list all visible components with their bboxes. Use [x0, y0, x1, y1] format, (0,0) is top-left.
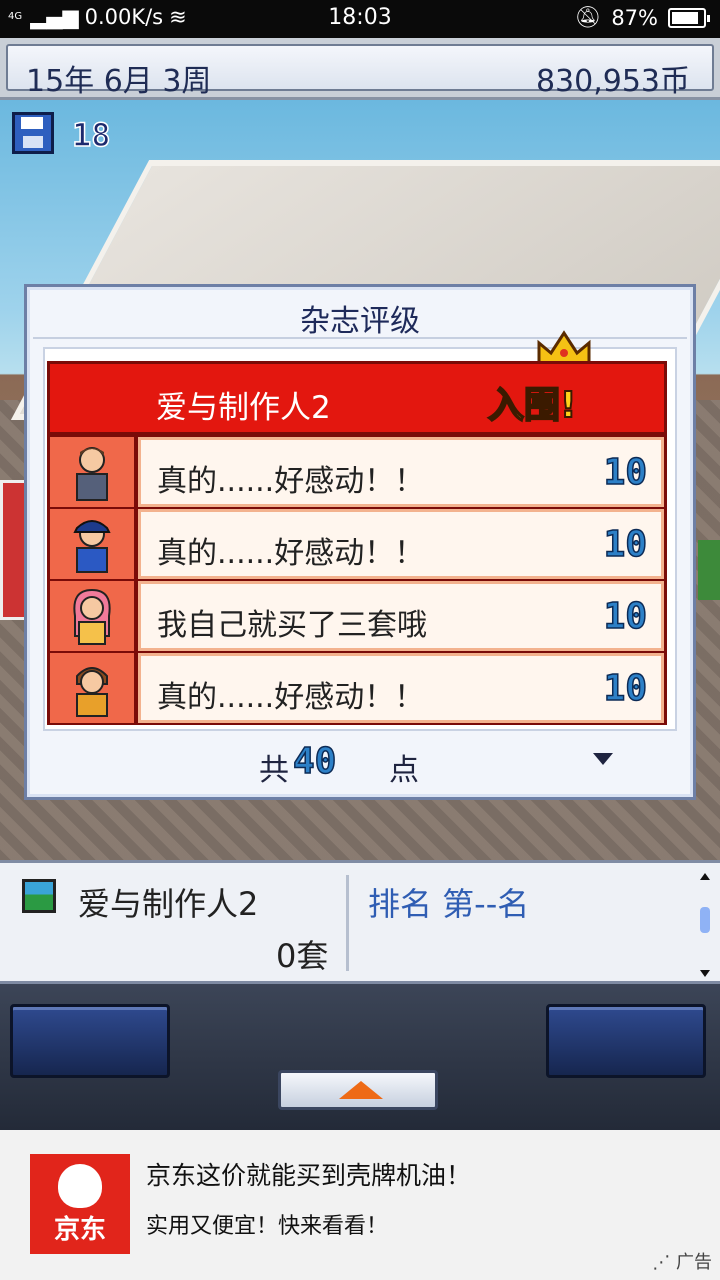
- battery-percent: 87%: [611, 5, 658, 30]
- game-title-banner: 爱与制作人2 入围!: [47, 361, 667, 435]
- review-text-box: 我自己就买了三套哦 10: [138, 581, 664, 651]
- scroll-thumb[interactable]: [700, 907, 710, 933]
- scroll-up-icon[interactable]: [700, 873, 710, 880]
- money-display: 830,953币: [535, 64, 690, 99]
- info-game-name: 爱与制作人2: [78, 885, 259, 923]
- plant-decoration: [698, 540, 720, 600]
- units-sold: 0套: [276, 937, 329, 975]
- total-label: 共: [259, 753, 289, 788]
- magazine-review-dialog[interactable]: 杂志评级 爱与制作人2 入围! 真的......好感动！！ 10 真的.....…: [24, 284, 696, 800]
- game-thumbnail-icon: [22, 879, 56, 913]
- right-menu-button[interactable]: [546, 1004, 706, 1078]
- review-quote: 真的......好感动！！: [157, 464, 425, 499]
- status-bar: 4G ▂▄▆ 0.00K/s ≋ 18:03 🔕︎ 87%: [0, 0, 720, 38]
- jd-logo[interactable]: 京东: [30, 1154, 130, 1254]
- review-text-box: 真的......好感动！！ 10: [138, 509, 664, 579]
- scroll-down-icon[interactable]: [700, 970, 710, 977]
- sales-rank: 排名 第--名: [368, 885, 530, 923]
- left-menu-button[interactable]: [10, 1004, 170, 1078]
- review-quote: 真的......好感动！！: [157, 680, 425, 715]
- review-row: 我自己就买了三套哦 10: [50, 581, 664, 652]
- review-score: 10: [603, 523, 648, 566]
- reviewer-avatar: [50, 581, 134, 651]
- battery-icon: [668, 7, 710, 28]
- continue-arrow-icon[interactable]: [593, 753, 613, 765]
- ad-brand: 京东: [53, 1215, 106, 1245]
- ad-headline[interactable]: 京东这价就能买到壳牌机油！: [146, 1156, 471, 1192]
- save-disk-icon[interactable]: [12, 112, 54, 154]
- game-info-panel: 爱与制作人2 0套 排名 第--名: [0, 860, 720, 984]
- review-score: 10: [603, 595, 648, 638]
- reviewer-avatar: [50, 653, 134, 723]
- bottom-controls: [0, 984, 720, 1130]
- ad-banner[interactable]: 京东 京东这价就能买到壳牌机油！ 实用又便宜！快来看看！ ⋰ 广告: [0, 1130, 720, 1280]
- total-value: 40: [292, 740, 337, 783]
- ad-mark-icon: ⋰: [652, 1252, 676, 1273]
- ad-subline[interactable]: 实用又便宜！快来看看！: [146, 1208, 388, 1240]
- review-text-box: 真的......好感动！！ 10: [138, 437, 664, 507]
- reviewed-game-title: 爱与制作人2: [156, 390, 331, 426]
- review-row: 真的......好感动！！ 10: [50, 437, 664, 508]
- ad-tag-label: 广告: [676, 1252, 712, 1273]
- reviewer-avatar: [50, 509, 134, 579]
- game-top-bar: 15年 6月 3周 830,953币: [0, 38, 720, 100]
- review-score: 10: [603, 451, 648, 494]
- review-text-box: 真的......好感动！！ 10: [138, 653, 664, 723]
- mute-icon: 🔕︎: [574, 5, 602, 29]
- review-list: 真的......好感动！！ 10 真的......好感动！！ 10 我自己就买了…: [47, 435, 667, 725]
- save-count: 18: [71, 115, 111, 155]
- reviewer-avatar: [50, 437, 134, 507]
- info-divider: [346, 875, 349, 971]
- review-quote: 我自己就买了三套哦: [157, 608, 427, 643]
- nominated-stamp: 入围!: [487, 384, 577, 427]
- review-row: 真的......好感动！！ 10: [50, 509, 664, 580]
- jd-dog-icon: [58, 1164, 102, 1208]
- top-bar-panel: 15年 6月 3周 830,953币: [6, 44, 714, 99]
- arrow-up-icon: [339, 1081, 383, 1099]
- total-unit: 点: [389, 753, 419, 788]
- expand-menu-button[interactable]: [278, 1070, 438, 1110]
- review-quote: 真的......好感动！！: [157, 536, 425, 571]
- info-scrollbar[interactable]: [698, 873, 712, 977]
- ad-tag: ⋰ 广告: [652, 1248, 712, 1274]
- status-right: 🔕︎ 87%: [574, 5, 710, 30]
- game-date: 15年 6月 3周: [26, 64, 212, 99]
- total-score: 共 40 点: [27, 740, 693, 788]
- review-row: 真的......好感动！！ 10: [50, 653, 664, 724]
- review-score: 10: [603, 667, 648, 710]
